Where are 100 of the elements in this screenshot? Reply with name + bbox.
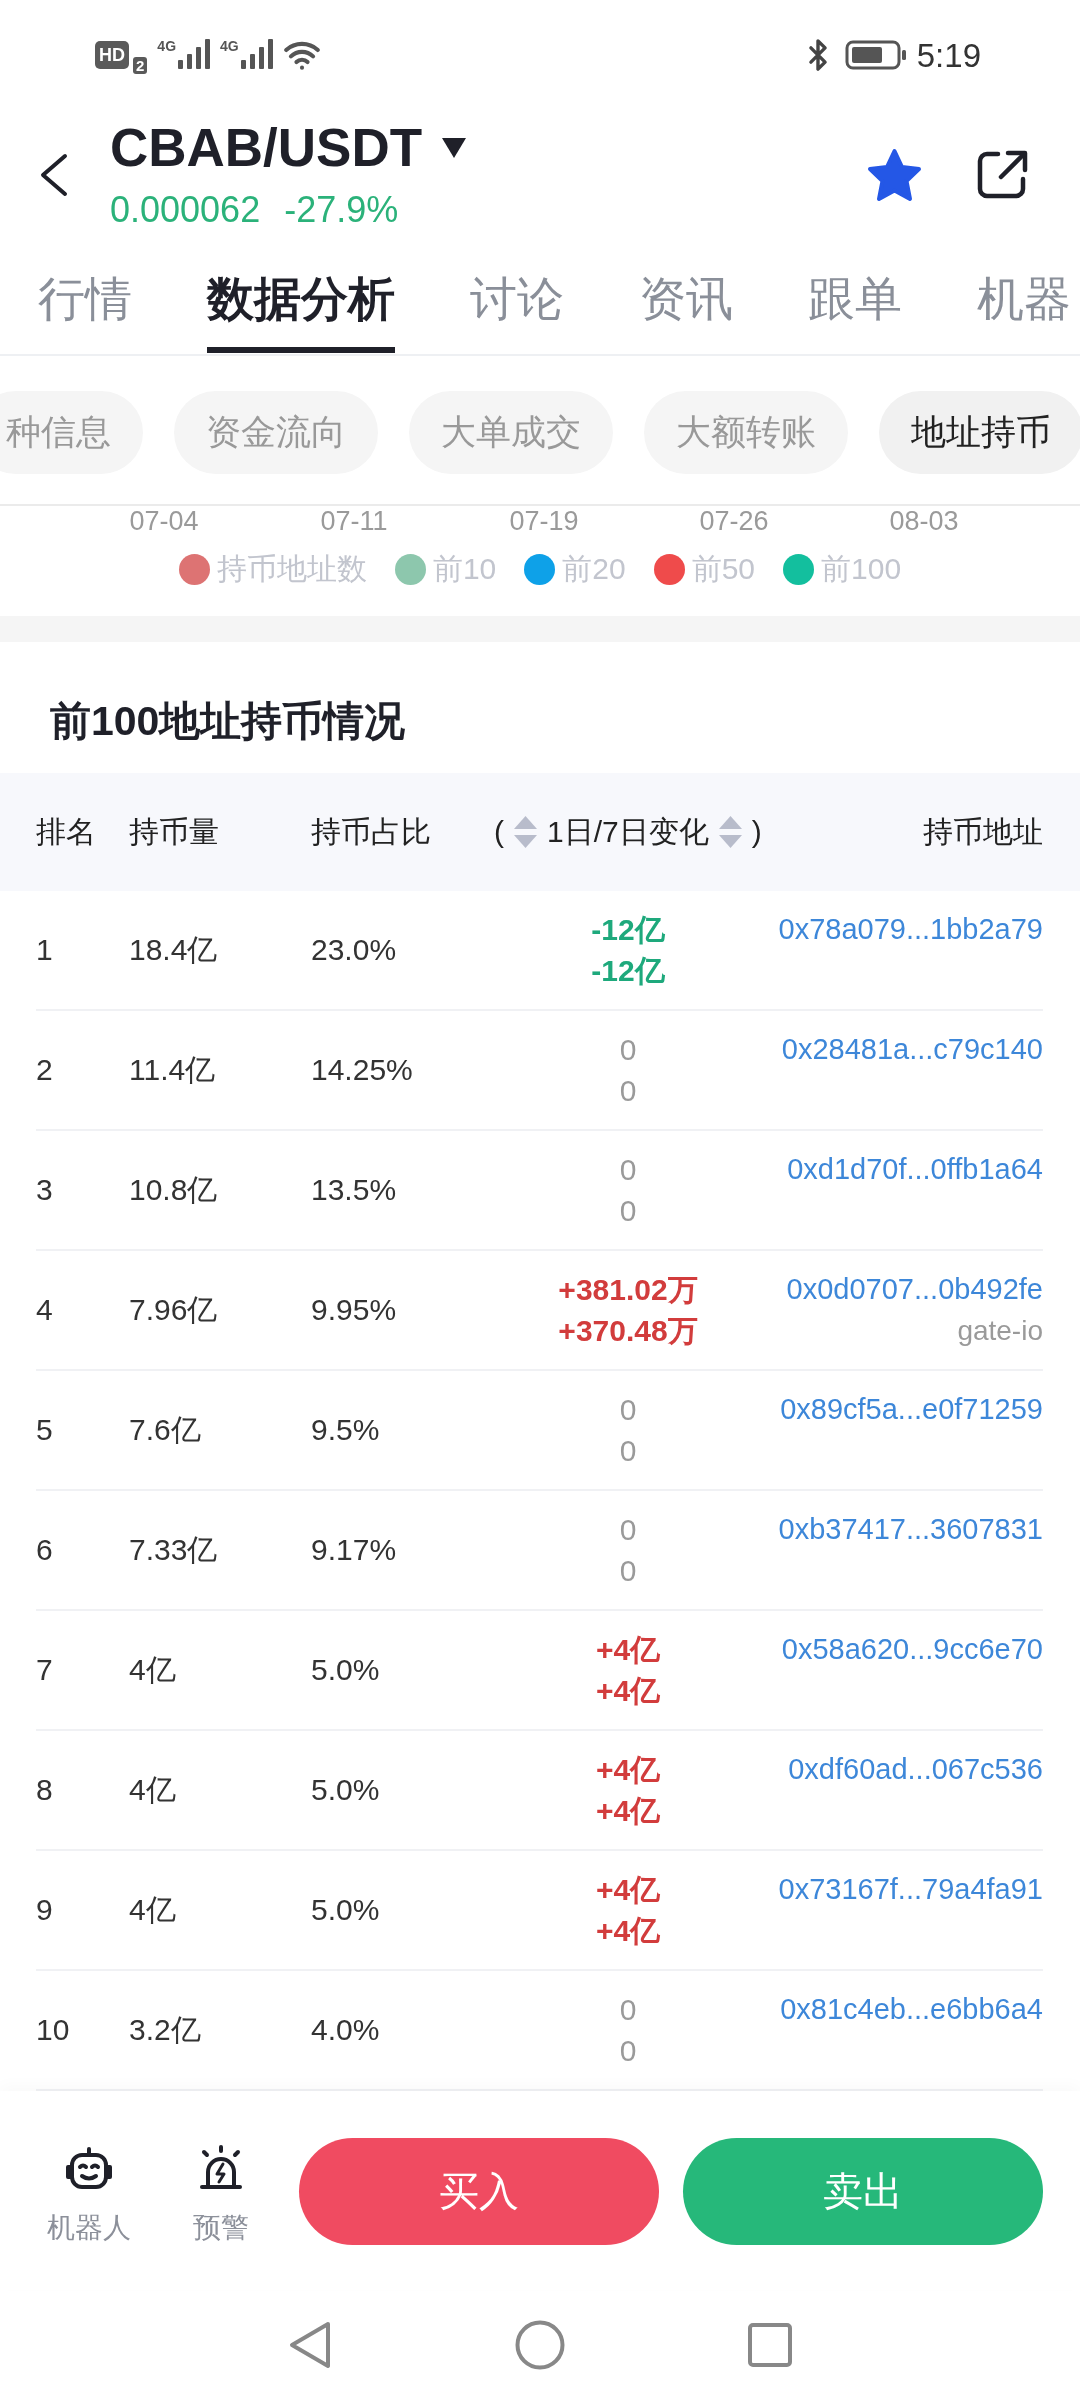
change-value: +370.48万 [558, 1313, 698, 1349]
rank-cell: 2 [36, 1052, 53, 1088]
tab[interactable]: 行情 [38, 250, 132, 353]
change-value: 0 [619, 1433, 637, 1469]
network-type: 4G [157, 39, 177, 53]
address-link[interactable]: 0x89cf5a...e0f71259 [780, 1389, 1043, 1430]
address-link[interactable]: 0xdf60ad...067c536 [788, 1749, 1043, 1790]
price-text: 0.000062 [110, 188, 261, 232]
sort-icon[interactable] [514, 816, 537, 848]
tab[interactable]: 数据分析 [207, 250, 395, 353]
robot-button[interactable]: 机器人 [45, 2138, 133, 2245]
amount-cell: 10.8亿 [129, 1172, 218, 1208]
hd-badge: HD [95, 41, 129, 69]
change-value: -12亿 [591, 912, 665, 948]
rank-cell: 5 [36, 1412, 53, 1448]
clock-time: 5:19 [916, 38, 981, 72]
amount-cell: 11.4亿 [129, 1052, 216, 1088]
change-value: 0 [619, 1193, 637, 1229]
axis-label: 08-03 [888, 506, 960, 536]
legend-label: 前20 [562, 553, 626, 585]
axis-label: 07-26 [698, 506, 770, 536]
column-header: 排名 [36, 814, 96, 850]
amount-cell: 18.4亿 [129, 932, 218, 968]
column-header: 持币量 [129, 814, 219, 850]
filter-chip[interactable]: 大额转账 [644, 391, 848, 474]
rank-cell: 8 [36, 1772, 53, 1808]
amount-cell: 4亿 [129, 1652, 176, 1688]
favorite-star-icon[interactable] [866, 147, 923, 203]
change-value: +4亿 [595, 1793, 661, 1829]
change-value: +4亿 [595, 1872, 661, 1908]
amount-cell: 4亿 [129, 1772, 176, 1808]
share-cell: 23.0% [311, 932, 397, 968]
column-header: 1日/7日变化 [547, 814, 709, 850]
address-tag: gate-io [957, 1310, 1043, 1351]
pair-selector[interactable]: CBAB/USDT [110, 118, 467, 178]
change-value: 0 [619, 1512, 637, 1548]
change-value: +4亿 [595, 1673, 661, 1709]
address-link[interactable]: 0x78a079...1bb2a79 [778, 909, 1043, 950]
legend-label: 前50 [691, 553, 756, 585]
share-cell: 5.0% [311, 1652, 380, 1688]
change-value: 0 [619, 1073, 637, 1109]
change-value: 0 [619, 1392, 637, 1428]
buy-button[interactable]: 买入 [299, 2138, 659, 2245]
change-value: 0 [619, 1152, 637, 1188]
tab[interactable]: 资讯 [639, 250, 733, 353]
caret-icon [442, 138, 467, 158]
change-value: 0 [619, 1553, 637, 1589]
nav-back-icon[interactable] [288, 2321, 332, 2369]
nav-recents-icon[interactable] [748, 2323, 792, 2367]
rank-cell: 1 [36, 932, 53, 968]
filter-chip[interactable]: 种信息 [0, 391, 143, 474]
address-link[interactable]: 0xb37417...3607831 [778, 1509, 1043, 1550]
bracket-text: ) [751, 814, 762, 850]
legend-label: 持币地址数 [216, 553, 367, 585]
change-value: 0 [619, 1032, 637, 1068]
share-icon[interactable] [977, 150, 1028, 200]
change-value: +4亿 [595, 1913, 661, 1949]
address-link[interactable]: 0x73167f...79a4fa91 [778, 1869, 1043, 1910]
axis-label: 07-11 [319, 506, 389, 536]
tab[interactable]: 机器 [977, 250, 1071, 353]
rank-cell: 4 [36, 1292, 53, 1328]
column-header: 持币地址 [923, 814, 1043, 850]
amount-cell: 7.6亿 [129, 1412, 201, 1448]
amount-cell: 7.96亿 [129, 1292, 218, 1328]
share-cell: 9.5% [311, 1412, 380, 1448]
signal-icon [178, 39, 211, 69]
sort-icon[interactable] [718, 816, 742, 848]
filter-chip[interactable]: 地址持币 [879, 391, 1080, 474]
change-value: +4亿 [595, 1752, 661, 1788]
alert-button[interactable]: 预警 [177, 2138, 265, 2245]
change-value: +381.02万 [558, 1272, 698, 1308]
nav-home-icon[interactable] [515, 2320, 565, 2370]
address-link[interactable]: 0x81c4eb...e6bb6a4 [780, 1989, 1043, 2030]
address-link[interactable]: 0x0d0707...0b492fe [786, 1269, 1043, 1310]
bracket-text: ( [494, 814, 504, 850]
axis-label: 07-19 [508, 506, 580, 536]
robot-icon [64, 2145, 113, 2191]
tab[interactable]: 讨论 [470, 250, 564, 353]
filter-chip[interactable]: 大单成交 [409, 391, 613, 474]
change-value: 0 [619, 2033, 637, 2069]
tab[interactable]: 跟单 [808, 250, 902, 353]
address-link[interactable]: 0x58a620...9cc6e70 [781, 1629, 1043, 1670]
back-icon[interactable] [38, 153, 69, 197]
filter-chip[interactable]: 资金流向 [174, 391, 378, 474]
amount-cell: 7.33亿 [129, 1532, 218, 1568]
siren-icon [198, 2145, 245, 2191]
rank-cell: 7 [36, 1652, 53, 1688]
section-title: 前100地址持币情况 [50, 697, 406, 744]
sim-number: 2 [133, 57, 148, 74]
battery-icon [844, 40, 907, 70]
address-link[interactable]: 0x28481a...c79c140 [781, 1029, 1043, 1070]
column-header: 持币占比 [311, 814, 431, 850]
share-cell: 4.0% [311, 2012, 380, 2048]
address-link[interactable]: 0xd1d70f...0ffb1a64 [787, 1149, 1043, 1190]
share-cell: 14.25% [311, 1052, 413, 1088]
signal-icon [240, 39, 273, 69]
sell-button[interactable]: 卖出 [683, 2138, 1043, 2245]
share-cell: 5.0% [311, 1772, 380, 1808]
share-cell: 9.17% [311, 1532, 397, 1568]
change-value: 0 [619, 1992, 637, 2028]
